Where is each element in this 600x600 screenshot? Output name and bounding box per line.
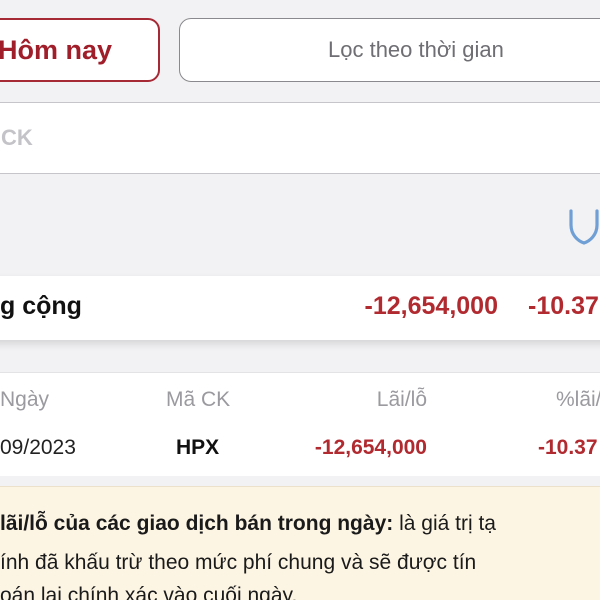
search-placeholder: CK	[1, 125, 33, 150]
note-line-3: oán lại chính xác vào cuối ngày.	[0, 584, 298, 600]
column-header-profit-loss: Lãi/lỗ	[376, 388, 427, 411]
total-summary-card	[0, 276, 600, 340]
column-header-code: Mã CK	[166, 388, 231, 411]
row-date: 09/2023	[0, 436, 76, 459]
row-stock-code[interactable]: HPX	[176, 436, 219, 460]
tab-time-filter-label: Lọc theo thời gian	[328, 37, 504, 62]
column-header-percent: %lãi/	[556, 388, 600, 411]
total-percent: -10.37	[528, 292, 599, 320]
note-line-1: lãi/lỗ của các giao dịch bán trong ngày:…	[0, 512, 496, 536]
stock-code-search-input[interactable]: CK	[0, 102, 600, 174]
shield-icon[interactable]	[566, 205, 600, 245]
tab-today-label: Hôm nay	[0, 34, 113, 65]
total-label: g cộng	[0, 292, 82, 320]
total-profit-loss: -12,654,000	[364, 292, 498, 320]
note-line-2: ính đã khấu trừ theo mức phí chung và sẽ…	[0, 551, 477, 574]
row-percent: -10.37	[538, 436, 598, 459]
note-term: lãi/lỗ của các giao dịch bán trong ngày:	[0, 512, 394, 535]
column-header-date: Ngày	[0, 388, 50, 411]
tab-today[interactable]: Hôm nay	[0, 18, 160, 82]
note-box	[0, 486, 600, 600]
tab-time-filter[interactable]: Lọc theo thời gian	[179, 18, 600, 82]
row-profit-loss: -12,654,000	[314, 436, 427, 459]
note-line-1-rest: là giá trị tạ	[393, 512, 496, 535]
